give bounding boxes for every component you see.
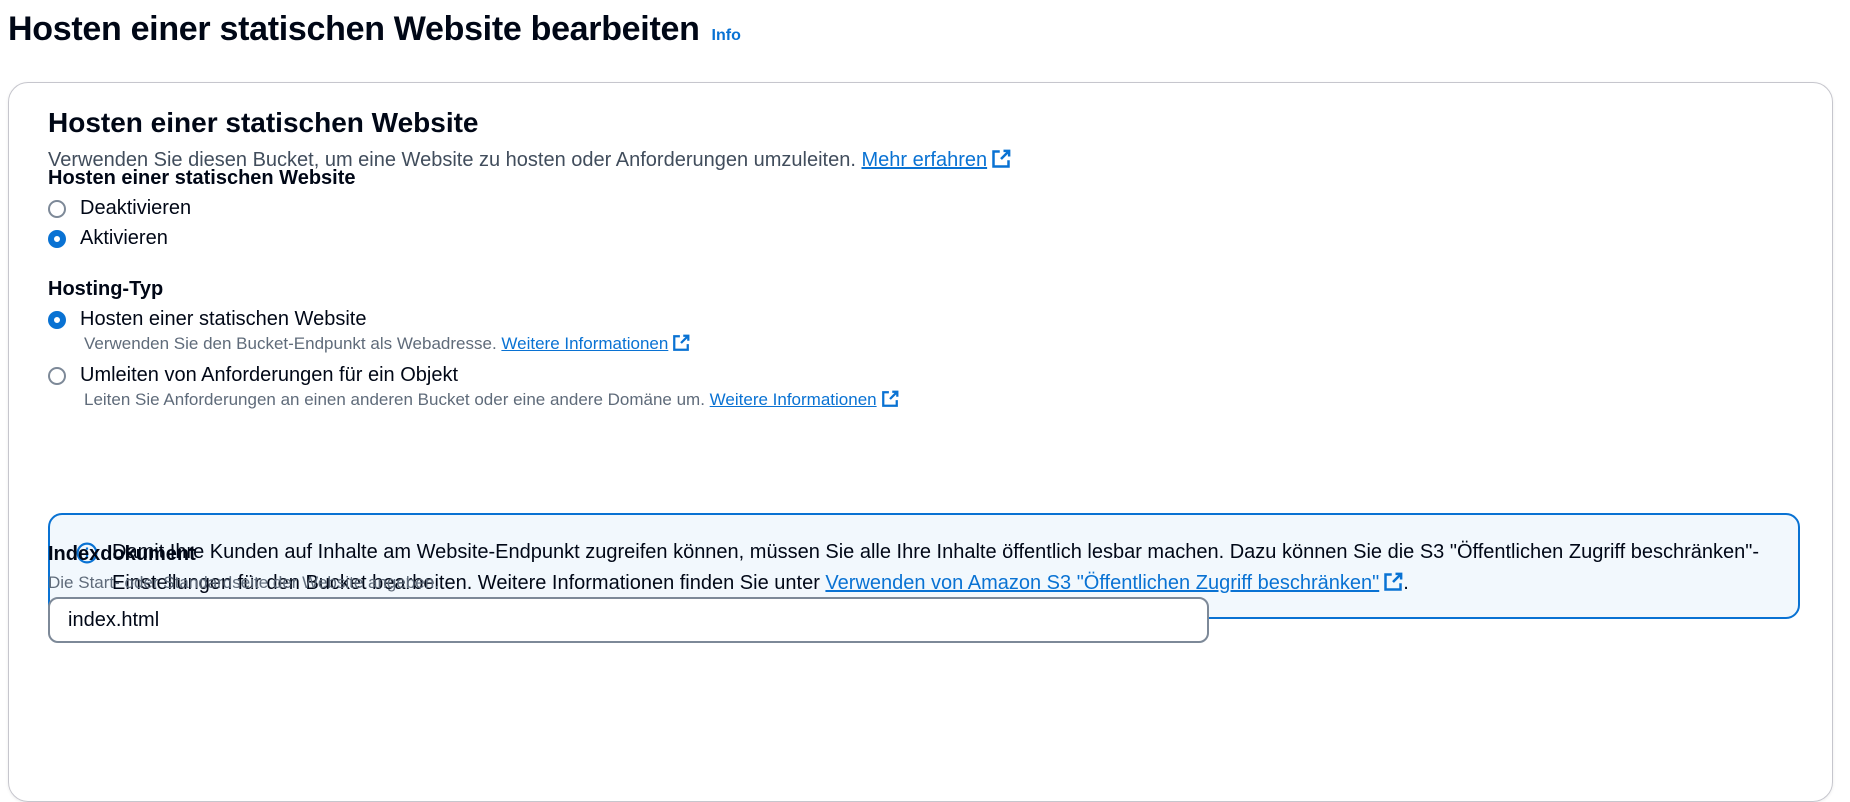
radio-redirect-requests-label: Umleiten von Anforderungen für ein Objek… [80,364,458,386]
section-title: Hosten einer statischen Website [48,107,479,138]
block-public-access-label: Verwenden von Amazon S3 "Öffentlichen Zu… [825,572,1380,594]
page-header: Hosten einer statischen Website bearbeit… [8,10,741,49]
index-document-input[interactable] [48,597,1209,643]
radio-host-static-website[interactable]: Hosten einer statischen Website [48,308,366,331]
static-hosting-label: Hosten einer statischen Website [48,167,356,189]
radio-host-static-website-label: Hosten einer statischen Website [80,308,367,330]
index-document-description: Die Start- oder Standardseite der Websit… [48,573,439,592]
external-link-icon [881,390,899,407]
description-text: Verwenden Sie den Bucket-Endpunkt als We… [84,334,502,353]
radio-deactivate[interactable]: Deaktivieren [48,197,191,220]
more-info-link[interactable]: Weitere Informationen [710,390,899,409]
alert-suffix: . [1403,572,1409,594]
description-text: Leiten Sie Anforderungen an einen andere… [84,390,710,409]
radio-redirect-requests-description: Leiten Sie Anforderungen an einen andere… [84,390,899,410]
radio-button-checked[interactable] [48,229,66,248]
more-info-label: Weitere Informationen [501,334,669,353]
radio-host-static-website-description: Verwenden Sie den Bucket-Endpunkt als We… [84,334,690,354]
info-link[interactable]: Info [712,27,741,45]
external-link-icon [673,334,690,351]
radio-button-checked[interactable] [48,310,66,329]
more-info-label: Weitere Informationen [709,390,877,409]
block-public-access-link[interactable]: Verwenden von Amazon S3 "Öffentlichen Zu… [825,572,1403,594]
radio-activate-label: Aktivieren [80,227,168,249]
external-link-icon [992,149,1011,168]
index-document-label: Indexdokument [48,543,196,565]
external-link-icon [1384,572,1403,591]
radio-deactivate-label: Deaktivieren [80,197,192,219]
static-website-hosting-panel: Hosten einer statischen Website Verwende… [8,82,1833,802]
more-info-link[interactable]: Weitere Informationen [501,334,690,353]
radio-redirect-requests[interactable]: Umleiten von Anforderungen für ein Objek… [48,364,458,387]
hosting-type-label: Hosting-Typ [48,278,164,300]
learn-more-label: Mehr erfahren [861,149,988,171]
radio-activate[interactable]: Aktivieren [48,227,168,250]
learn-more-link[interactable]: Mehr erfahren [861,149,1011,171]
page-title: Hosten einer statischen Website bearbeit… [8,10,700,48]
radio-button[interactable] [48,366,66,385]
radio-button[interactable] [48,199,66,218]
